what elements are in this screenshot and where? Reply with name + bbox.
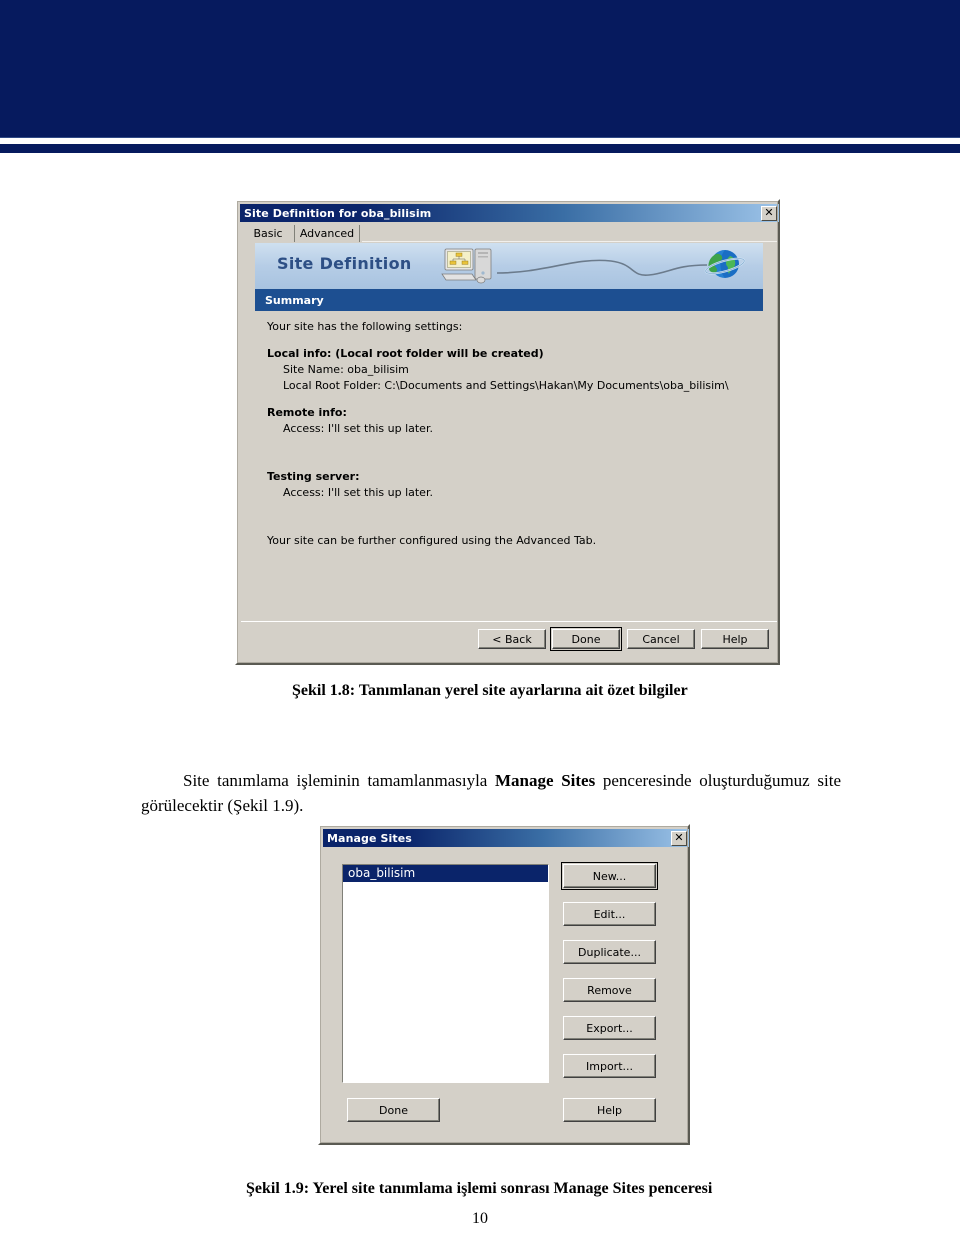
remove-site-button[interactable]: Remove — [563, 978, 656, 1002]
cancel-button[interactable]: Cancel — [627, 629, 695, 649]
site-definition-panel: Site Definition Summary Your site has th… — [247, 243, 772, 618]
done-button-label: Done — [571, 632, 601, 646]
export-site-button[interactable]: Export... — [563, 1016, 656, 1040]
network-globe-illustration — [441, 248, 746, 284]
duplicate-site-button[interactable]: Duplicate... — [563, 940, 656, 964]
close-icon[interactable]: ✕ — [671, 830, 687, 846]
paragraph-bold-run: Manage Sites — [495, 771, 596, 790]
remove-site-button-label: Remove — [587, 983, 632, 997]
manage-sites-title: Manage Sites — [327, 831, 412, 845]
close-icon[interactable]: ✕ — [761, 205, 777, 221]
site-list[interactable]: oba_bilisim — [342, 864, 549, 1083]
testing-server-heading: Testing server: — [267, 470, 360, 483]
export-site-button-label: Export... — [586, 1021, 633, 1035]
manage-sites-help-button-label: Help — [596, 1103, 623, 1117]
edit-site-button-label: Edit... — [593, 907, 626, 921]
local-info-site-name: Site Name: oba_bilisim — [283, 363, 409, 376]
duplicate-site-button-label: Duplicate... — [578, 945, 641, 959]
import-site-button-label: Import... — [586, 1059, 633, 1073]
body-paragraph: Site tanımlama işleminin tamamlanmasıyla… — [141, 768, 841, 818]
local-info-heading: Local info: (Local root folder will be c… — [267, 347, 544, 360]
new-site-button[interactable]: New... — [561, 862, 658, 890]
manage-sites-titlebar: Manage Sites ✕ — [323, 829, 689, 847]
page-header-band — [0, 0, 960, 138]
list-item-label: oba_bilisim — [348, 866, 416, 880]
remote-info-heading: Remote info: — [267, 406, 347, 419]
footer-separator — [241, 621, 778, 622]
new-site-button-label: New... — [592, 869, 627, 883]
summary-body: Your site has the following settings: Lo… — [255, 311, 763, 618]
local-info-root-folder: Local Root Folder: C:\Documents and Sett… — [283, 379, 729, 392]
site-definition-titlebar: Site Definition for oba_bilisim ✕ — [240, 204, 779, 222]
tab-basic-label: Basic — [253, 227, 283, 240]
back-button-label: < Back — [492, 632, 532, 646]
tab-basic[interactable]: Basic — [246, 225, 290, 242]
done-button[interactable]: Done — [550, 627, 622, 651]
site-definition-dialog[interactable]: Site Definition for oba_bilisim ✕ Basic … — [235, 199, 780, 665]
site-definition-banner: Site Definition — [255, 243, 763, 289]
manage-sites-done-button-label: Done — [379, 1103, 408, 1117]
tab-advanced[interactable]: Advanced — [294, 225, 360, 242]
banner-title: Site Definition — [277, 254, 412, 273]
tab-advanced-label: Advanced — [299, 227, 355, 240]
summary-footnote: Your site can be further configured usin… — [267, 534, 597, 547]
tabstrip-filler — [362, 241, 777, 242]
manage-sites-help-button[interactable]: Help — [563, 1098, 656, 1122]
page-header-rule — [0, 144, 960, 153]
testing-server-access: Access: I'll set this up later. — [283, 486, 433, 499]
site-definition-title: Site Definition for oba_bilisim — [244, 206, 432, 220]
help-button[interactable]: Help — [701, 629, 769, 649]
remote-info-access: Access: I'll set this up later. — [283, 422, 433, 435]
import-site-button[interactable]: Import... — [563, 1054, 656, 1078]
paragraph-run-1: Site tanımlama işleminin tamamlanmasıyla — [183, 771, 495, 790]
figure-1-8-caption: Şekil 1.8: Tanımlanan yerel site ayarlar… — [292, 682, 688, 699]
summary-section-label: Summary — [265, 293, 324, 307]
edit-site-button[interactable]: Edit... — [563, 902, 656, 926]
page-number: 10 — [472, 1210, 488, 1227]
cancel-button-label: Cancel — [642, 632, 680, 646]
back-button[interactable]: < Back — [478, 629, 546, 649]
list-item[interactable]: oba_bilisim — [343, 865, 548, 882]
help-button-label: Help — [722, 632, 748, 646]
figure-1-9-caption: Şekil 1.9: Yerel site tanımlama işlemi s… — [246, 1180, 713, 1197]
manage-sites-done-button[interactable]: Done — [347, 1098, 440, 1122]
summary-section-header: Summary — [255, 289, 763, 311]
manage-sites-dialog[interactable]: Manage Sites ✕ oba_bilisim New... Edit..… — [318, 824, 690, 1145]
summary-intro: Your site has the following settings: — [267, 320, 463, 333]
tabstrip: Basic Advanced — [242, 225, 777, 242]
